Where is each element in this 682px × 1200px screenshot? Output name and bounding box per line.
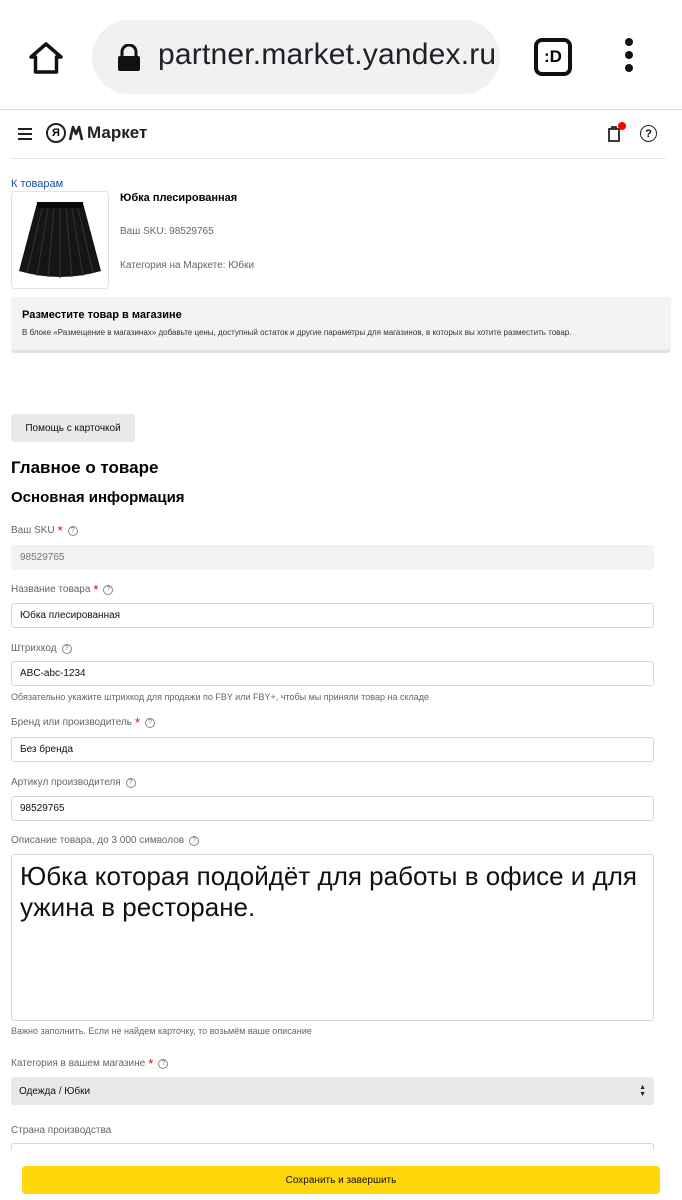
back-to-products-link[interactable]: К товарам	[11, 178, 63, 190]
barcode-hint: Обязательно укажите штрихкод для продажи…	[11, 692, 430, 702]
brand-label: Бренд или производитель *?	[11, 714, 156, 730]
required-mark: *	[93, 581, 99, 597]
save-and-finish-button[interactable]: Сохранить и завершить	[22, 1166, 660, 1194]
market-logo[interactable]: Я Маркет	[46, 123, 147, 143]
notification-badge	[618, 122, 626, 130]
required-mark: *	[148, 1055, 154, 1071]
tab-switcher-button[interactable]: :D	[534, 38, 572, 76]
placement-notice: Разместите товар в магазине В блоке «Раз…	[11, 297, 671, 353]
barcode-label: Штрихкод?	[11, 643, 72, 654]
article-input[interactable]	[11, 796, 654, 821]
name-label: Название товара *?	[11, 581, 114, 597]
product-thumbnail[interactable]	[11, 191, 109, 289]
info-icon[interactable]: ?	[189, 835, 200, 846]
logo-text: Маркет	[87, 123, 148, 142]
sku-field: 98529765	[11, 545, 654, 570]
product-title: Юбка плесированная	[120, 192, 238, 204]
info-icon[interactable]: ?	[61, 643, 72, 654]
shop-category-label: Категория в вашем магазине *?	[11, 1055, 169, 1071]
market-mark-icon	[68, 125, 84, 141]
description-textarea[interactable]: Юбка которая подойдёт для работы в офисе…	[11, 854, 654, 1021]
app-header: Я Маркет ?	[0, 111, 682, 159]
required-mark: *	[135, 714, 141, 730]
home-icon[interactable]	[22, 36, 70, 80]
hamburger-menu-icon[interactable]	[18, 128, 32, 140]
sku-label: Ваш SKU *?	[11, 522, 78, 538]
country-label: Страна производства	[11, 1125, 112, 1136]
skirt-image	[19, 202, 101, 278]
required-mark: *	[57, 522, 63, 538]
save-bar: Сохранить и завершить	[0, 1150, 682, 1200]
info-icon[interactable]: ?	[125, 777, 136, 788]
info-icon[interactable]: ?	[67, 525, 78, 536]
article-label: Артикул производителя?	[11, 777, 136, 788]
lock-icon	[116, 43, 142, 72]
info-icon[interactable]: ?	[158, 1058, 169, 1069]
brand-input[interactable]	[11, 737, 654, 762]
url-text: partner.market.yandex.ru	[158, 38, 497, 71]
description-hint: Важно заполнить. Если не найдем карточку…	[11, 1026, 312, 1036]
section-title: Главное о товаре	[11, 458, 159, 477]
info-icon[interactable]: ?	[145, 717, 156, 728]
select-arrows-icon: ▲ ▼	[639, 1084, 646, 1098]
help-icon[interactable]: ?	[640, 125, 657, 142]
notice-text: В блоке «Размещение в магазинах» добавьт…	[22, 328, 572, 337]
shop-category-select[interactable]: Одежда / Юбки ▲ ▼	[11, 1077, 654, 1105]
product-category: Категория на Маркете: Юбки	[120, 260, 255, 271]
info-icon[interactable]: ?	[103, 584, 114, 595]
browser-toolbar: partner.market.yandex.ru :D	[0, 0, 682, 110]
card-help-button[interactable]: Помощь с карточкой	[11, 414, 135, 442]
notifications-icon[interactable]	[606, 122, 626, 143]
more-menu-icon[interactable]	[622, 38, 636, 74]
address-bar[interactable]: partner.market.yandex.ru	[92, 20, 500, 94]
notice-title: Разместите товар в магазине	[22, 309, 182, 321]
barcode-input[interactable]	[11, 661, 654, 686]
subsection-title: Основная информация	[11, 489, 185, 506]
product-name-input[interactable]	[11, 603, 654, 628]
yandex-logo-icon: Я	[46, 123, 66, 143]
description-label: Описание товара, до 3 000 символов?	[11, 835, 200, 846]
product-sku: Ваш SKU: 98529765	[120, 226, 214, 237]
